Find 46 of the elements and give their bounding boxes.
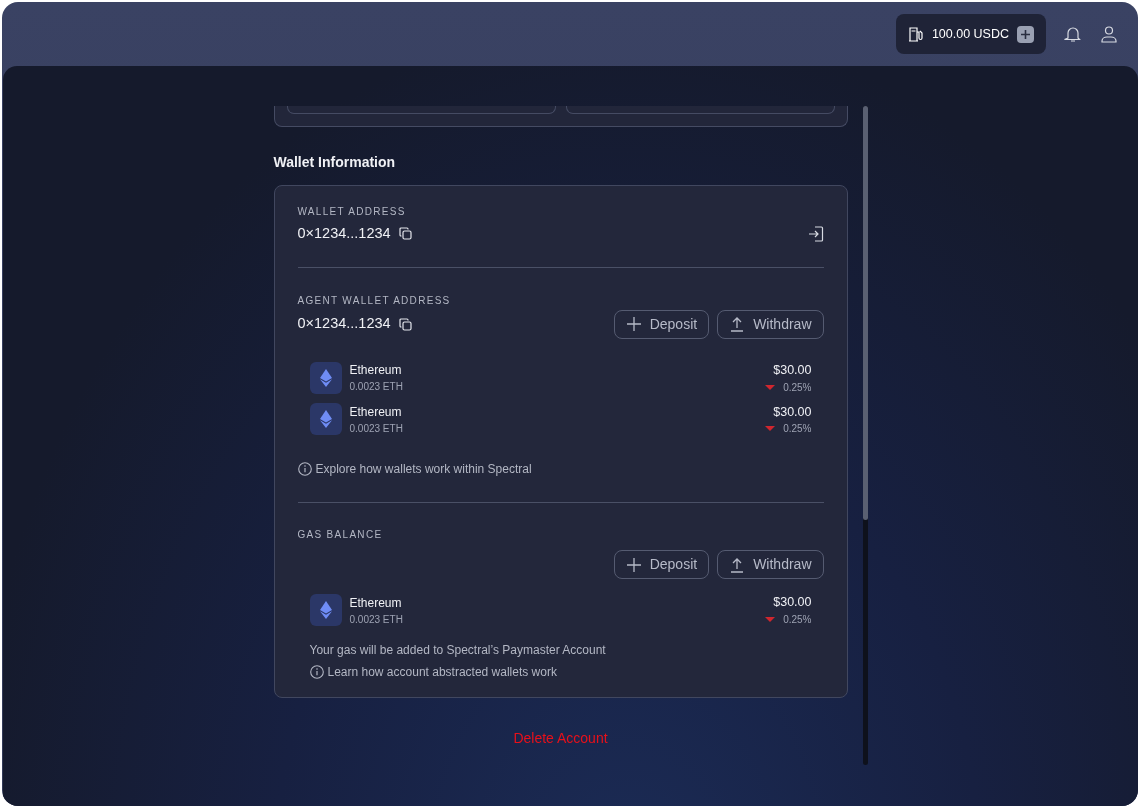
info-link[interactable]: Learn how account abstracted wallets work [327,663,557,681]
info-icon [297,462,312,477]
plus-icon [625,316,642,333]
gas-note: Your gas will be added to Spectral’s Paymaster Account [309,642,607,659]
user-icon[interactable] [1100,25,1118,43]
gas-balance-pill[interactable]: 100.00 USDC [895,14,1046,54]
price-change: 0.25% [783,613,812,627]
bell-icon[interactable] [1064,25,1082,43]
asset-amount: 0.0023 ETH [349,612,403,627]
asset-name: Ethereum [349,362,403,380]
scrollbar-thumb[interactable] [862,106,868,520]
asset-amount: 0.0023 ETH [349,380,403,395]
info-link[interactable]: Explore how wallets work within Spectral [315,460,532,479]
asset-value: $30.00 [773,403,812,421]
price-change: 0.25% [783,380,812,395]
asset-value: $30.00 [773,361,812,379]
info-icon [309,665,324,679]
copy-icon[interactable] [398,227,412,241]
plus-icon [1021,29,1030,39]
asset-amount: 0.0023 ETH [349,421,403,436]
asset-name: Ethereum [349,403,403,421]
ethereum-logo-icon [309,594,342,627]
wallet-address: 0×1234...1234 [297,314,391,334]
plus-icon [625,556,642,573]
upload-icon [729,556,746,573]
section-label: GAS BALANCE [297,528,384,543]
asset-value: $30.00 [773,594,812,612]
upload-icon [729,316,746,333]
wallet-address: 0×1234...1234 [297,224,391,243]
add-gas-button[interactable] [1017,25,1034,43]
deposit-button[interactable]: Deposit [613,550,710,580]
section-label: WALLET ADDRESS [297,205,407,219]
gas-balance-value: 100.00 USDC [931,25,1009,43]
fuel-pump-icon [907,26,924,42]
scrollbar-track[interactable] [862,106,868,765]
section-label: AGENT WALLET ADDRESS [297,293,452,308]
deposit-button[interactable]: Deposit [613,309,710,339]
asset-name: Ethereum [349,594,403,612]
withdraw-button[interactable]: Withdraw [717,309,824,339]
withdraw-button[interactable]: Withdraw [717,550,824,580]
login-icon[interactable] [807,225,824,242]
ethereum-logo-icon [309,361,342,394]
price-change: 0.25% [783,422,812,437]
ethereum-logo-icon [309,403,342,436]
copy-icon[interactable] [398,317,412,331]
section-title: Wallet Information [273,153,397,172]
